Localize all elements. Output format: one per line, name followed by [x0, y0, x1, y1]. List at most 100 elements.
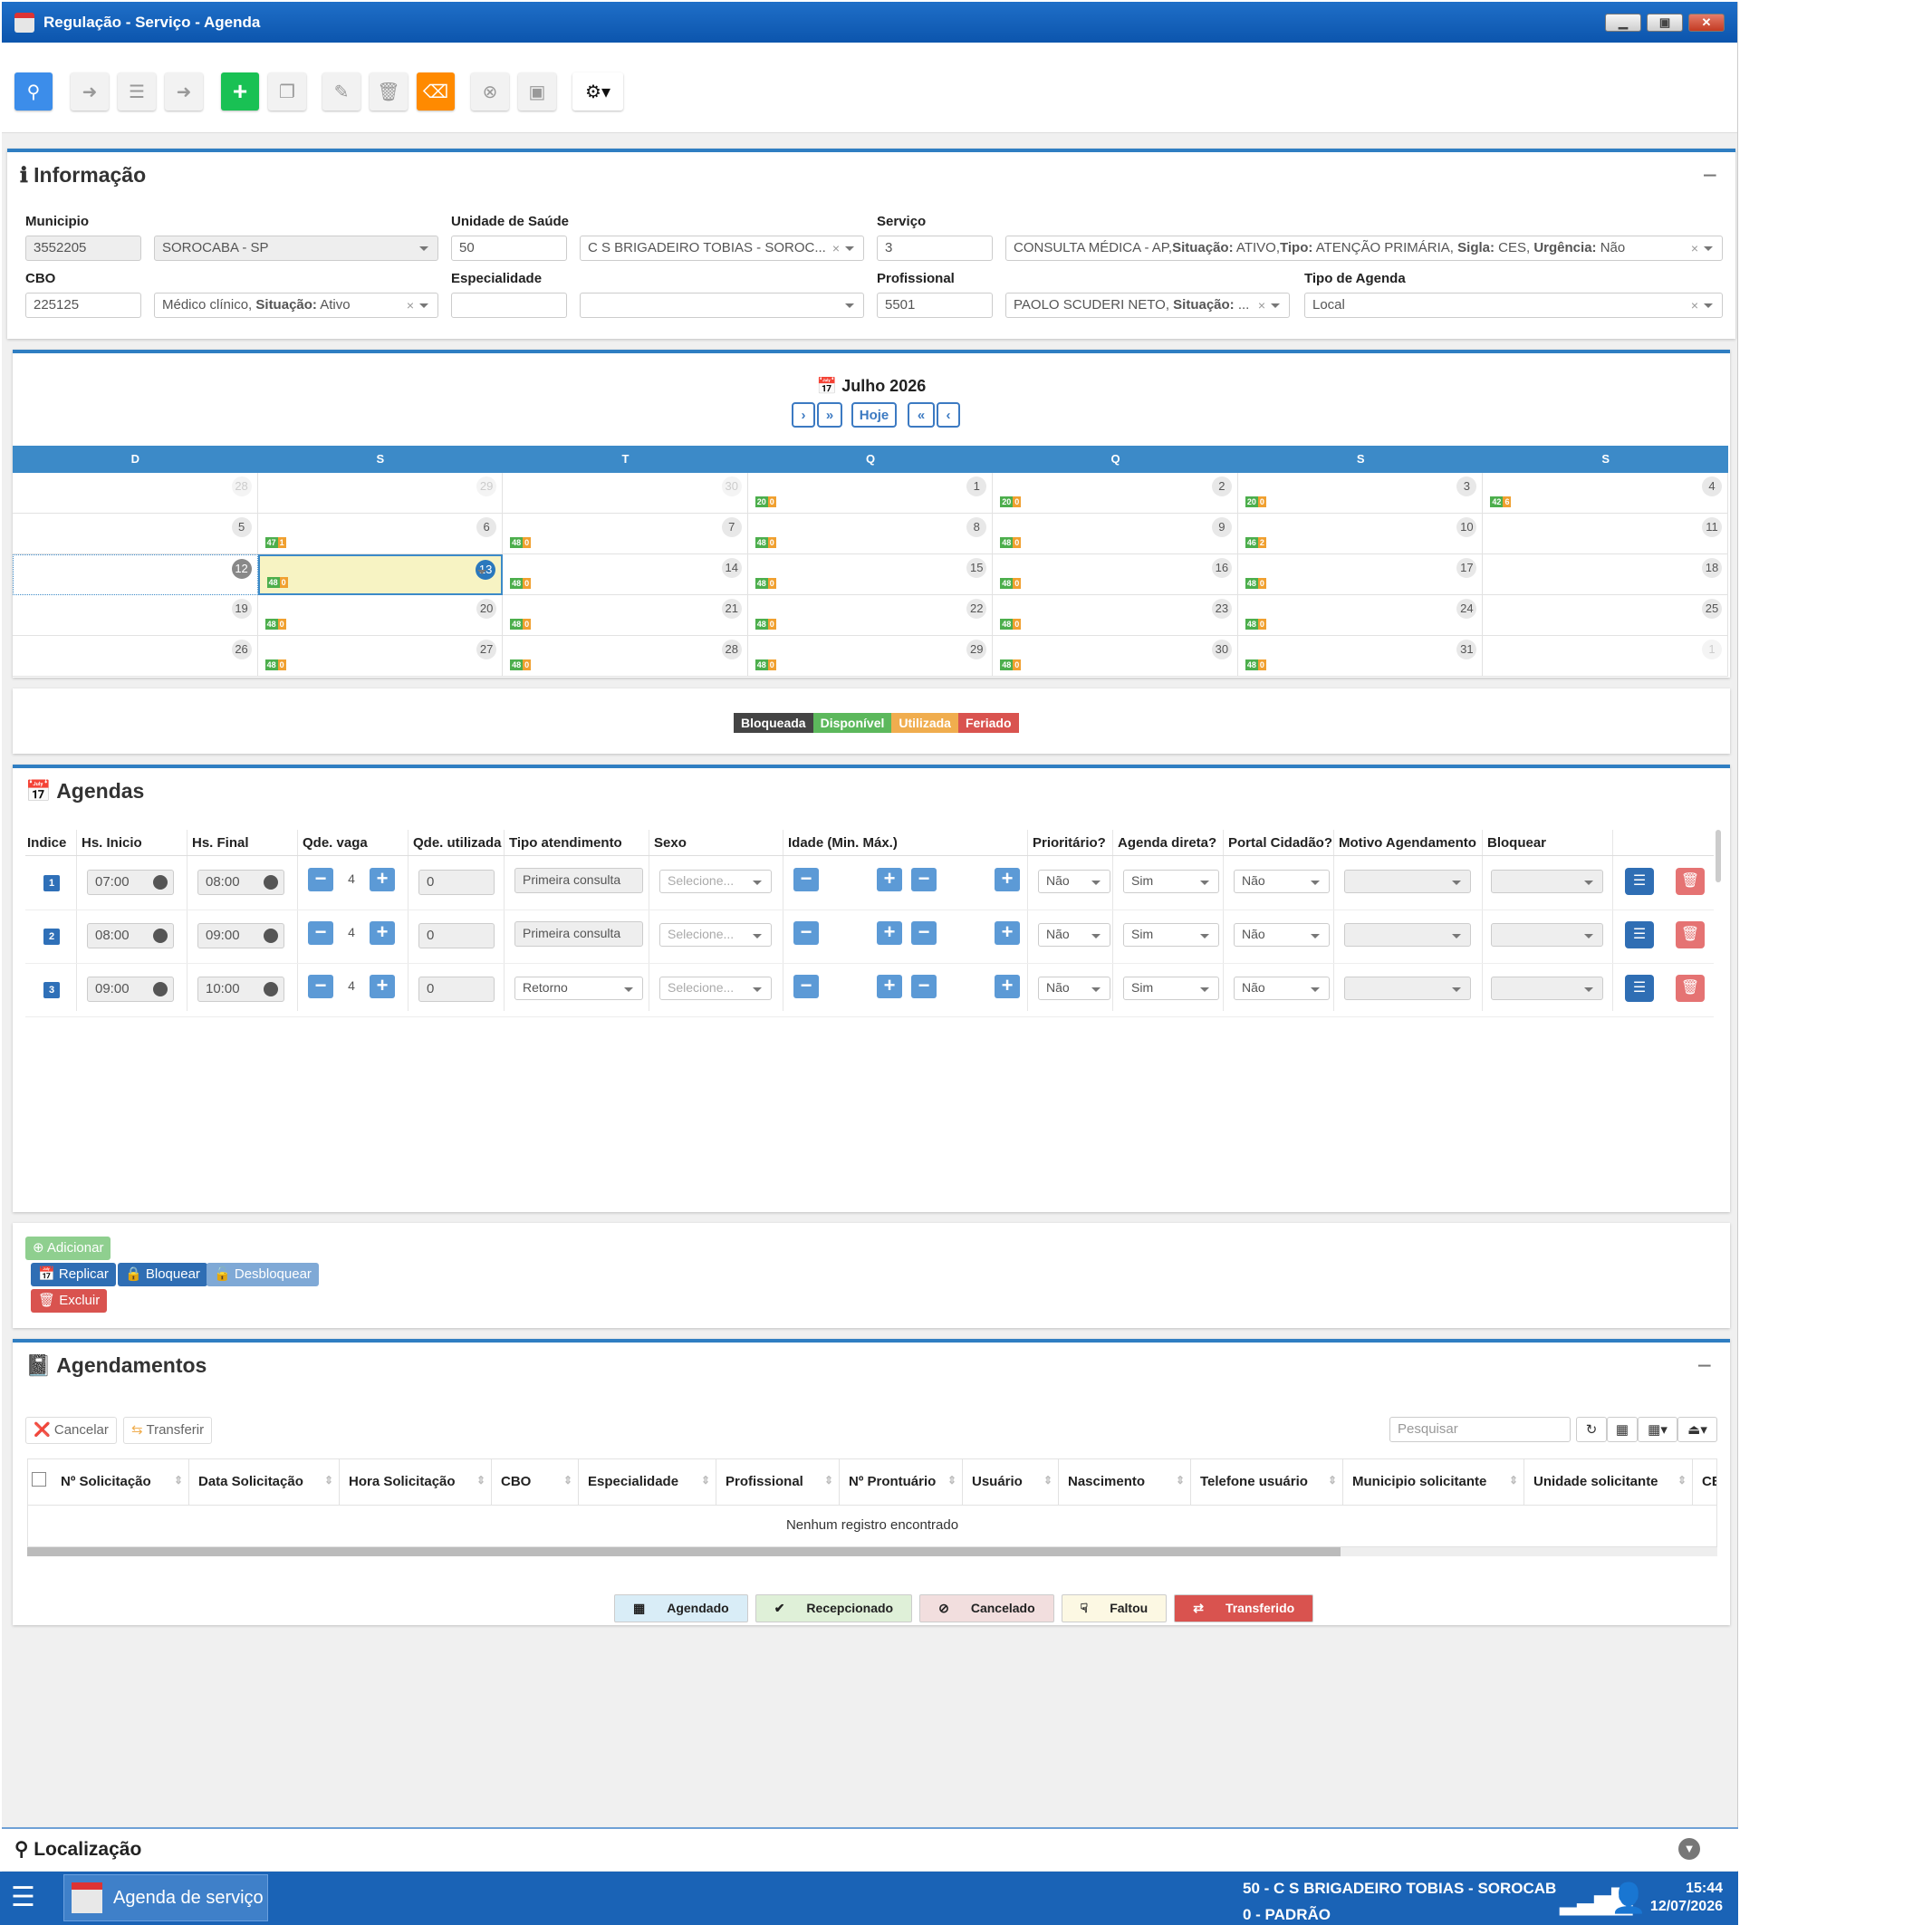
- agendamentos-column-header[interactable]: Nascimento ⇕: [1059, 1459, 1191, 1505]
- clock-icon[interactable]: [264, 982, 278, 996]
- agendamentos-column-header[interactable]: Telefone usuário ⇕: [1191, 1459, 1343, 1505]
- calendar-day-cell[interactable]: 29 48 0: [747, 636, 994, 677]
- vagas-decrement-button[interactable]: −: [308, 921, 333, 945]
- next-record-button[interactable]: ➜: [165, 72, 203, 111]
- sexo-select[interactable]: Selecione...: [659, 870, 772, 893]
- calendar-day-cell[interactable]: 1: [1483, 636, 1728, 677]
- profissional-code-field[interactable]: 5501: [877, 293, 993, 318]
- idade-max-increment-button[interactable]: +: [995, 868, 1020, 891]
- calendar-day-cell[interactable]: 26: [13, 636, 258, 677]
- agendamentos-column-header[interactable]: Unidade solicitante ⇕: [1524, 1459, 1693, 1505]
- row-delete-button[interactable]: 🗑: [1676, 975, 1705, 1002]
- start-time-input[interactable]: 09:00: [87, 977, 174, 1002]
- clock-icon[interactable]: [153, 929, 168, 943]
- idade-max-decrement-button[interactable]: −: [911, 921, 937, 945]
- row-details-button[interactable]: ☰: [1625, 975, 1654, 1002]
- vagas-decrement-button[interactable]: −: [308, 975, 333, 998]
- calendar-day-cell[interactable]: 8 48 0: [747, 514, 994, 554]
- row-delete-button[interactable]: 🗑: [1676, 921, 1705, 948]
- next-year-button[interactable]: »: [817, 402, 842, 428]
- clock-icon[interactable]: [153, 875, 168, 890]
- clear-button[interactable]: ⌫: [417, 72, 455, 111]
- delete-button[interactable]: 🗑: [370, 72, 408, 111]
- list-button[interactable]: ☰: [118, 72, 156, 111]
- vagas-value[interactable]: 4: [333, 871, 370, 886]
- prioritario-select[interactable]: Não: [1038, 977, 1110, 1000]
- row-details-button[interactable]: ☰: [1625, 921, 1654, 948]
- idade-min-decrement-button[interactable]: −: [793, 975, 819, 998]
- calendar-day-cell[interactable]: 7 48 0: [503, 514, 748, 554]
- agendamentos-column-header[interactable]: Usuário ⇕: [963, 1459, 1059, 1505]
- portal-cidadao-select[interactable]: Não: [1234, 977, 1330, 1000]
- calendar-day-cell[interactable]: 17 48 0: [1237, 554, 1484, 595]
- sort-icon[interactable]: ⇕: [1043, 1474, 1053, 1487]
- used-quantity-field[interactable]: 0: [418, 977, 495, 1002]
- start-time-input[interactable]: 08:00: [87, 923, 174, 948]
- municipio-code-field[interactable]: 3552205: [25, 236, 141, 261]
- select-all-checkbox[interactable]: [32, 1472, 46, 1487]
- transfer-appointment-button[interactable]: ⇆ Transferir: [123, 1417, 213, 1444]
- collapse-agendamentos-button[interactable]: −: [1697, 1352, 1712, 1381]
- calendar-day-cell[interactable]: 9 48 0: [993, 514, 1238, 554]
- copy-button[interactable]: ❐: [268, 72, 306, 111]
- next-month-button[interactable]: ›: [792, 402, 815, 428]
- clear-profissional-icon[interactable]: ×: [1258, 298, 1265, 313]
- used-quantity-field[interactable]: 0: [418, 870, 495, 895]
- sexo-select[interactable]: Selecione...: [659, 977, 772, 1000]
- agendamentos-column-header[interactable]: CBO ⇕: [492, 1459, 579, 1505]
- calendar-day-cell[interactable]: 30 48 0: [993, 636, 1238, 677]
- vagas-increment-button[interactable]: +: [370, 921, 395, 945]
- replicate-button[interactable]: 📅 Replicar: [31, 1263, 116, 1286]
- menu-icon[interactable]: ☰: [11, 1884, 35, 1911]
- calendar-day-cell[interactable]: 27 48 0: [257, 636, 504, 677]
- calendar-day-cell[interactable]: 24 48 0: [1237, 595, 1484, 636]
- vagas-decrement-button[interactable]: −: [308, 868, 333, 891]
- calendar-day-cell[interactable]: 31 48 0: [1237, 636, 1484, 677]
- tipo-atendimento-field[interactable]: Primeira consulta: [514, 868, 643, 893]
- idade-min-increment-button[interactable]: +: [877, 975, 902, 998]
- motivo-agendamento-select[interactable]: [1344, 923, 1471, 947]
- row-details-button[interactable]: ☰: [1625, 868, 1654, 895]
- delete-agenda-button[interactable]: 🗑 Excluir: [31, 1289, 108, 1313]
- idade-max-increment-button[interactable]: +: [995, 921, 1020, 945]
- tipo-agenda-select[interactable]: Local ×: [1304, 293, 1723, 318]
- idade-max-increment-button[interactable]: +: [995, 975, 1020, 998]
- calendar-day-cell[interactable]: 4 42 6: [1483, 473, 1728, 514]
- sort-icon[interactable]: ⇕: [1328, 1474, 1337, 1487]
- servico-code-field[interactable]: 3: [877, 236, 993, 261]
- calendar-day-cell[interactable]: 22 48 0: [747, 595, 994, 636]
- portal-cidadao-select[interactable]: Não: [1234, 870, 1330, 893]
- localizacao-bar[interactable]: ⚲ Localização ▼: [2, 1827, 1738, 1871]
- agendamentos-column-header[interactable]: Data Solicitação ⇕: [189, 1459, 340, 1505]
- bloquear-select[interactable]: [1491, 870, 1603, 893]
- agendamentos-column-header[interactable]: Especialidade ⇕: [579, 1459, 716, 1505]
- sort-icon[interactable]: ⇕: [476, 1474, 485, 1487]
- add-agenda-button[interactable]: ⊕ Adicionar: [25, 1237, 111, 1260]
- unidade-code-field[interactable]: 50: [451, 236, 567, 261]
- calendar-day-cell[interactable]: 19: [13, 595, 258, 636]
- agenda-direta-select[interactable]: Sim: [1123, 923, 1219, 947]
- agendamentos-column-header[interactable]: Nº Prontuário ⇕: [840, 1459, 963, 1505]
- sort-icon[interactable]: ⇕: [1509, 1474, 1518, 1487]
- agenda-direta-select[interactable]: Sim: [1123, 870, 1219, 893]
- prioritario-select[interactable]: Não: [1038, 870, 1110, 893]
- sort-icon[interactable]: ⇕: [1176, 1474, 1185, 1487]
- calendar-day-cell[interactable]: 13 48 0: [257, 554, 504, 595]
- calendar-day-cell[interactable]: 16 48 0: [993, 554, 1238, 595]
- vagas-increment-button[interactable]: +: [370, 975, 395, 998]
- agendas-scrollbar[interactable]: [1716, 830, 1721, 882]
- unblock-button[interactable]: 🔓 Desbloquear: [207, 1263, 319, 1286]
- calendar-day-cell[interactable]: 1 20 0: [747, 473, 994, 514]
- columns-dropdown[interactable]: ▦▾: [1638, 1417, 1677, 1442]
- previous-record-button[interactable]: ➜: [71, 72, 109, 111]
- sort-icon[interactable]: ⇕: [824, 1474, 833, 1487]
- minimize-button[interactable]: ▁: [1605, 13, 1641, 32]
- calendar-day-cell[interactable]: 3 20 0: [1237, 473, 1484, 514]
- vagas-value[interactable]: 4: [333, 925, 370, 939]
- municipio-select[interactable]: SOROCABA - SP: [154, 236, 438, 261]
- chevron-down-icon[interactable]: ▼: [1678, 1838, 1700, 1860]
- block-button[interactable]: 🔒 Bloquear: [118, 1263, 207, 1286]
- sort-icon[interactable]: ⇕: [324, 1474, 333, 1487]
- clear-servico-icon[interactable]: ×: [1691, 241, 1698, 255]
- calendar-day-cell[interactable]: 23 48 0: [993, 595, 1238, 636]
